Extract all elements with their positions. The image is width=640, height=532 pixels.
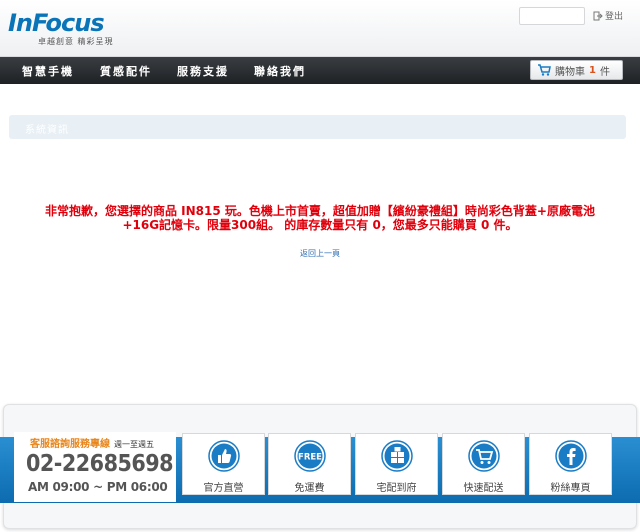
service-home-delivery[interactable]: 宅配到府: [355, 433, 438, 495]
contact-title: 客服諮詢服務專線 週一至週五: [30, 435, 154, 450]
cart-button[interactable]: 購物車 1 件: [530, 60, 623, 80]
service-label-fans: 粉絲專頁: [550, 483, 591, 494]
shopping-cart-icon: [468, 440, 500, 472]
nav-item-accessories[interactable]: 質感配件: [100, 63, 152, 79]
cart-count: 1: [589, 64, 596, 76]
thumbs-up-icon: [208, 440, 240, 472]
error-line-2: +16G記憶卡。限量300組。 的庫存數量只有 0，您最多只能購買 0 件。: [122, 218, 518, 232]
header-search-input[interactable]: [519, 7, 585, 25]
svg-text:FREE: FREE: [298, 453, 322, 463]
error-line-1: 非常抱歉，您選擇的商品 IN815 玩。色機上市首賣，超值加贈【繽紛豪禮組】時尚…: [45, 204, 595, 218]
system-info-bar: 系統資訊: [9, 115, 626, 139]
service-fast-shipping[interactable]: 快速配送: [442, 433, 525, 495]
system-info-title: 系統資訊: [25, 125, 69, 136]
nav-item-support[interactable]: 服務支援: [177, 63, 229, 79]
contact-hours: AM 09:00 ~ PM 06:00: [28, 480, 168, 494]
logo-tagline: 卓越創意 精彩呈現: [38, 37, 114, 46]
service-label-free: 免運費: [294, 483, 325, 494]
nav-item-contact[interactable]: 聯絡我們: [254, 63, 306, 79]
logo-text: InFocus: [8, 9, 105, 37]
service-label-delivery: 宅配到府: [376, 483, 417, 494]
logout-icon: [593, 11, 603, 20]
contact-block: 客服諮詢服務專線 週一至週五 02-22685698 AM 09:00 ~ PM …: [14, 432, 176, 502]
free-icon: FREE: [294, 440, 326, 472]
cart-icon: [538, 64, 551, 76]
contact-days: 週一至週五: [114, 440, 154, 449]
nav-item-smartphones[interactable]: 智慧手機: [22, 63, 74, 79]
back-link[interactable]: 返回上一頁: [0, 248, 640, 259]
service-label-official: 官方直營: [203, 483, 244, 494]
service-fan-page[interactable]: 粉絲專頁: [529, 433, 612, 495]
logout-link[interactable]: 登出: [593, 9, 623, 22]
stock-error-message: 非常抱歉，您選擇的商品 IN815 玩。色機上市首賣，超值加贈【繽紛豪禮組】時尚…: [12, 204, 628, 232]
contact-phone: 02-22685698: [26, 451, 174, 477]
contact-title-text: 客服諮詢服務專線: [30, 439, 110, 450]
site-header: InFocus 卓越創意 精彩呈現 登出: [0, 0, 640, 57]
service-official[interactable]: 官方直營: [182, 433, 265, 495]
service-free-shipping[interactable]: FREE 免運費: [268, 433, 351, 495]
box-icon: [381, 440, 413, 472]
brand-logo[interactable]: InFocus 卓越創意 精彩呈現: [8, 10, 114, 47]
cart-label: 購物車: [555, 66, 585, 78]
service-label-fast: 快速配送: [463, 483, 504, 494]
logout-label: 登出: [605, 12, 624, 22]
cart-unit: 件: [599, 66, 610, 78]
facebook-icon: [555, 440, 587, 472]
